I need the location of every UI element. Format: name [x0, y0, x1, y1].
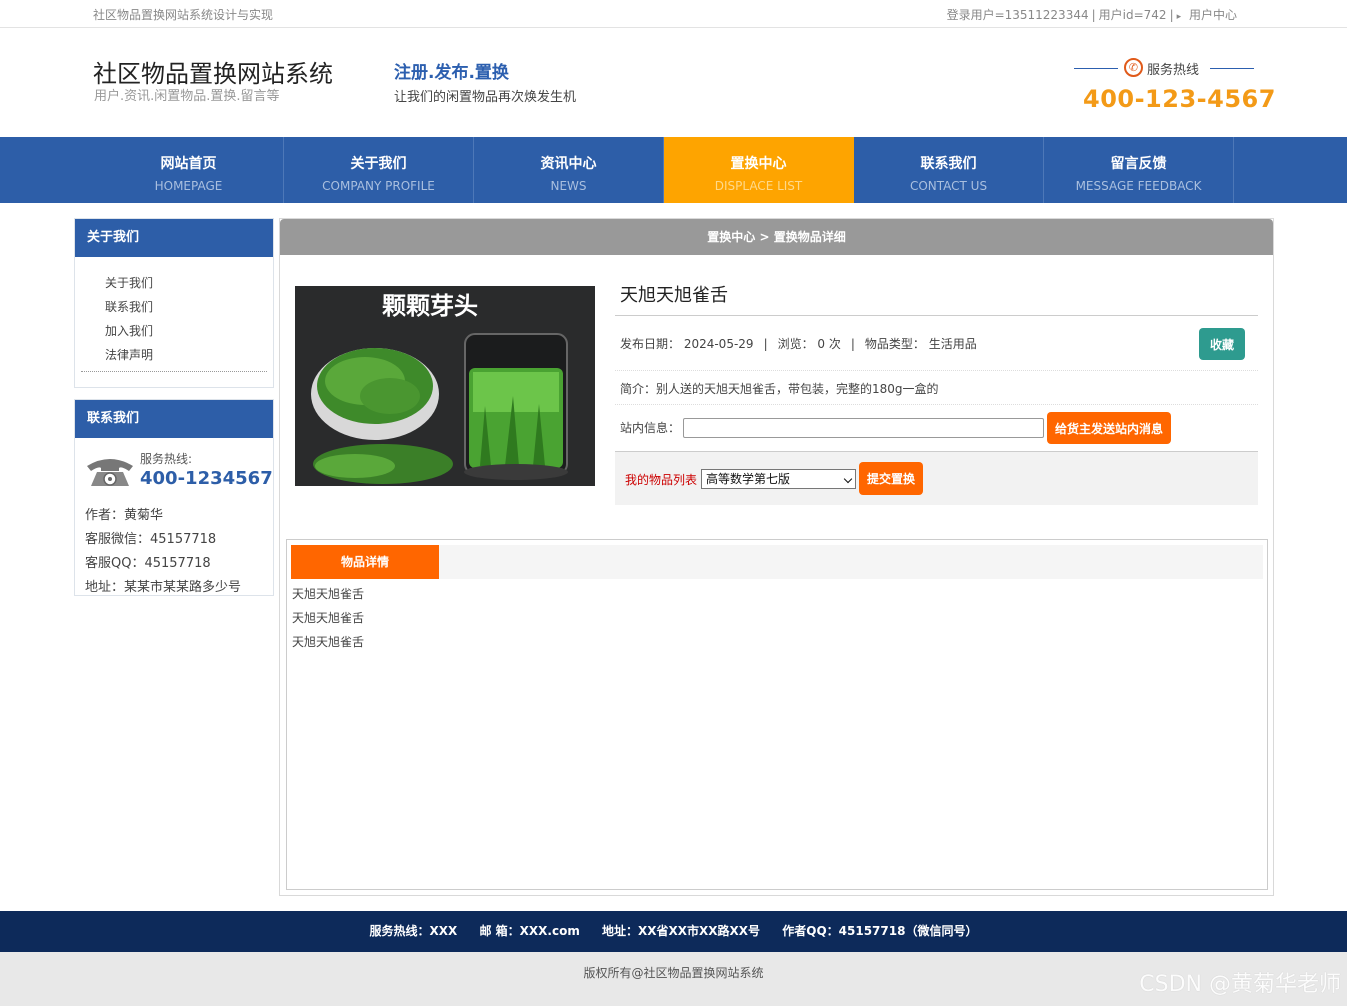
slogan: 注册.发布.置换	[394, 63, 509, 83]
detail-box: 物品详情 天旭天旭雀舌 天旭天旭雀舌 天旭天旭雀舌	[286, 539, 1268, 890]
footer-info: 服务热线：XXX 邮 箱：XXX.com 地址：XX省XX市XX路XX号 作者Q…	[0, 911, 1347, 952]
my-items-selected: 高等数学第七版	[706, 472, 791, 486]
user-id: 用户id=742	[1098, 8, 1167, 22]
swap-area: 我的物品列表 高等数学第七版 提交置换	[615, 451, 1258, 505]
favorite-button[interactable]: 收藏	[1199, 328, 1245, 360]
nav-item-news[interactable]: 资讯中心 NEWS	[474, 137, 664, 203]
my-items-label: 我的物品列表	[625, 473, 698, 487]
view-count: 浏览： 0 次	[777, 337, 841, 351]
chevron-right-icon: ▸	[1176, 12, 1182, 22]
product-intro: 简介：别人送的天旭天旭雀舌，带包装，完整的180g一盒的	[620, 382, 939, 396]
tab-item-details[interactable]: 物品详情	[291, 545, 439, 579]
phone-icon: ✆	[1124, 58, 1143, 77]
hotline-text: 服务热线	[1147, 63, 1200, 78]
message-input[interactable]	[683, 418, 1044, 438]
telephone-icon	[87, 459, 133, 486]
sidebar-about-title: 关于我们	[75, 219, 273, 257]
author-line: 作者：黄菊华	[85, 508, 164, 523]
divider	[1074, 68, 1118, 69]
nav-item-about[interactable]: 关于我们 COMPANY PROFILE	[284, 137, 474, 203]
sidebar-item-legal[interactable]: 法律声明	[105, 343, 273, 367]
site-subtitle: 用户.资讯.闲置物品.置换.留言等	[94, 89, 280, 104]
hotline-label: ✆ 服务热线	[1074, 58, 1254, 78]
divider	[1210, 68, 1254, 69]
qq-line: 客服QQ：45157718	[85, 556, 211, 571]
detail-line: 天旭天旭雀舌	[292, 635, 365, 649]
nav-sublabel: MESSAGE FEEDBACK	[1075, 179, 1202, 193]
detail-line: 天旭天旭雀舌	[292, 587, 365, 601]
sidebar-contact: 联系我们 服务热线: 400-1234567 作者：黄菊华 客服微信：45157…	[74, 399, 274, 596]
message-label: 站内信息：	[620, 421, 681, 435]
publish-date: 发布日期： 2024-05-29	[620, 337, 754, 351]
tea-image-icon: 颗颗芽头	[295, 286, 595, 486]
slogan-subtitle: 让我们的闲置物品再次焕发生机	[394, 90, 577, 105]
site-title: 社区物品置换网站系统	[93, 60, 333, 88]
nav-label: 资讯中心	[540, 156, 597, 172]
nav-label: 网站首页	[160, 156, 217, 172]
nav-item-home[interactable]: 网站首页 HOMEPAGE	[94, 137, 284, 203]
divider	[615, 315, 1258, 316]
footer-author-qq: 作者QQ：45157718（微信同号）	[782, 924, 978, 938]
product-title: 天旭天旭雀舌	[620, 285, 728, 306]
submit-swap-button[interactable]: 提交置换	[859, 462, 923, 495]
item-category: 物品类型： 生活用品	[864, 337, 977, 351]
service-number: 400-1234567	[140, 468, 273, 489]
nav-sublabel: NEWS	[550, 179, 587, 193]
user-info: 登录用户=13511223344 | 用户id=742 | ▸ 用户中心	[946, 8, 1237, 22]
nav-sublabel: CONTACT US	[909, 179, 988, 193]
footer-hotline: 服务热线：XXX	[369, 924, 458, 938]
service-label: 服务热线:	[140, 452, 193, 466]
nav-label: 置换中心	[730, 156, 787, 172]
nav-item-contact[interactable]: 联系我们 CONTACT US	[854, 137, 1044, 203]
breadcrumb: 置换中心 > 置换物品详细	[280, 219, 1273, 255]
main-nav: 网站首页 HOMEPAGE 关于我们 COMPANY PROFILE 资讯中心 NEW…	[0, 137, 1347, 203]
detail-line: 天旭天旭雀舌	[292, 611, 365, 625]
header: 社区物品置换网站系统 用户.资讯.闲置物品.置换.留言等 注册.发布.置换 让我…	[0, 28, 1347, 137]
chevron-down-icon	[843, 474, 853, 484]
nav-sublabel: DISPLACE LIST	[714, 179, 803, 193]
about-list: 关于我们 联系我们 加入我们 法律声明	[75, 257, 273, 372]
top-bar: 社区物品置换网站系统设计与实现 登录用户=13511223344 | 用户id=74…	[0, 0, 1347, 28]
login-user: 登录用户=13511223344	[946, 8, 1089, 22]
divider	[81, 371, 267, 372]
nav-label: 关于我们	[350, 156, 407, 172]
product-meta: 发布日期： 2024-05-29 | 浏览： 0 次 | 物品类型： 生活用品	[620, 337, 977, 351]
sidebar-contact-title: 联系我们	[75, 400, 273, 438]
sidebar-item-contact-us[interactable]: 联系我们	[105, 295, 273, 319]
main-panel: 置换中心 > 置换物品详细 颗颗芽头 天旭天旭雀舌 发布日期： 2024-05-…	[279, 218, 1274, 896]
site-note: 社区物品置换网站系统设计与实现	[93, 8, 274, 22]
sidebar-item-join-us[interactable]: 加入我们	[105, 319, 273, 343]
detail-content: 天旭天旭雀舌 天旭天旭雀舌 天旭天旭雀舌	[292, 582, 364, 654]
wechat-line: 客服微信：45157718	[85, 532, 217, 547]
footer-email: 邮 箱：XXX.com	[479, 924, 580, 938]
nav-item-feedback[interactable]: 留言反馈 MESSAGE FEEDBACK	[1044, 137, 1234, 203]
nav-sublabel: HOMEPAGE	[154, 179, 223, 193]
my-items-select[interactable]: 高等数学第七版	[701, 469, 856, 489]
tab-bar: 物品详情	[291, 545, 1263, 579]
nav-sublabel: COMPANY PROFILE	[322, 179, 435, 193]
address-line: 地址：某某市某某路多少号	[85, 580, 242, 595]
divider	[615, 404, 1258, 405]
send-message-button[interactable]: 给货主发送站内消息	[1047, 412, 1171, 444]
image-caption: 颗颗芽头	[382, 291, 478, 320]
hotline-number: 400-123-4567	[1083, 85, 1276, 113]
nav-item-displace[interactable]: 置换中心 DISPLACE LIST	[664, 137, 854, 203]
nav-label: 联系我们	[920, 156, 977, 172]
user-center-link[interactable]: 用户中心	[1189, 8, 1237, 22]
nav-label: 留言反馈	[1110, 156, 1167, 172]
sidebar-about: 关于我们 关于我们 联系我们 加入我们 法律声明	[74, 218, 274, 388]
watermark: CSDN @黄菊华老师	[1139, 972, 1341, 997]
divider	[615, 370, 1258, 371]
footer-address: 地址：XX省XX市XX路XX号	[602, 924, 761, 938]
product-image: 颗颗芽头	[295, 286, 595, 486]
sidebar-item-about-us[interactable]: 关于我们	[105, 271, 273, 295]
